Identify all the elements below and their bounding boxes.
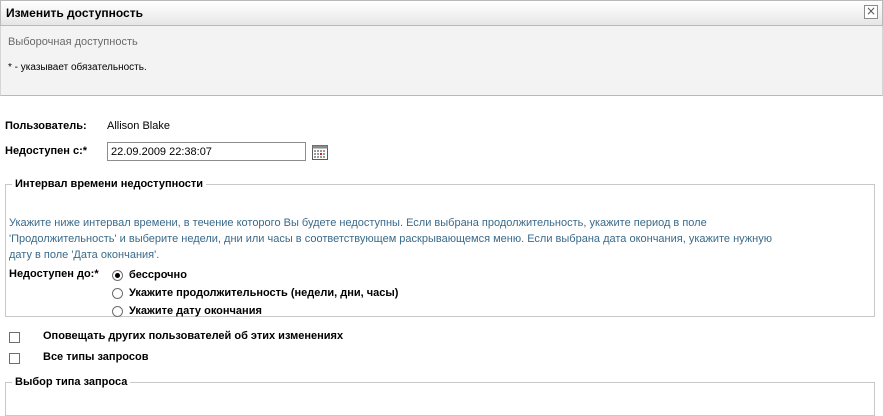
notify-checkbox[interactable] [9, 331, 20, 343]
radio-indefinite[interactable] [112, 269, 123, 281]
unavailable-from-label: Недоступен с:* [5, 145, 88, 157]
radio-option-end-date[interactable]: Укажите дату окончания [112, 303, 262, 319]
dialog-titlebar: Изменить доступность × [0, 0, 883, 26]
radio-option-indefinite[interactable]: бессрочно [112, 267, 187, 283]
radio-label: Укажите дату окончания [129, 305, 262, 317]
unavailable-from-input[interactable] [107, 142, 306, 161]
radio-label: Укажите продолжительность (недели, дни, … [129, 287, 399, 299]
calendar-icon[interactable] [312, 145, 328, 160]
notify-checkbox-row[interactable]: Оповещать других пользователей об этих и… [9, 329, 343, 345]
radio-label: бессрочно [129, 269, 187, 281]
interval-info-line: Укажите ниже интервал времени, в течение… [9, 217, 707, 229]
unavailable-until-label: Недоступен до:* [9, 268, 99, 280]
radio-end-date[interactable] [112, 305, 123, 317]
required-note: * - указывает обязательность. [8, 62, 147, 73]
user-value: Allison Blake [107, 120, 170, 132]
user-label: Пользователь: [5, 120, 87, 132]
request-type-legend: Выбор типа запроса [15, 376, 128, 388]
dialog-header: Выборочная доступность * - указывает обя… [0, 26, 883, 96]
radio-duration[interactable] [112, 287, 123, 299]
interval-legend: Интервал времени недоступности [15, 178, 204, 190]
all-types-checkbox[interactable] [9, 352, 20, 364]
interval-fieldset: Интервал времени недоступности Укажите н… [5, 178, 875, 317]
interval-info-line: 'Продолжительность' и выберите недели, д… [9, 233, 772, 245]
interval-info-text: Укажите ниже интервал времени, в течение… [9, 215, 869, 263]
close-icon[interactable]: × [864, 5, 878, 19]
dialog-subtitle: Выборочная доступность [8, 36, 138, 48]
radio-option-duration[interactable]: Укажите продолжительность (недели, дни, … [112, 285, 398, 301]
dialog-title: Изменить доступность [6, 6, 143, 20]
request-type-fieldset: Выбор типа запроса [5, 376, 875, 416]
interval-info-line: дату в поле 'Дата окончания'. [9, 249, 160, 261]
notify-label: Оповещать других пользователей об этих и… [43, 330, 344, 342]
all-types-label: Все типы запросов [43, 351, 149, 363]
all-types-checkbox-row[interactable]: Все типы запросов [9, 350, 148, 366]
